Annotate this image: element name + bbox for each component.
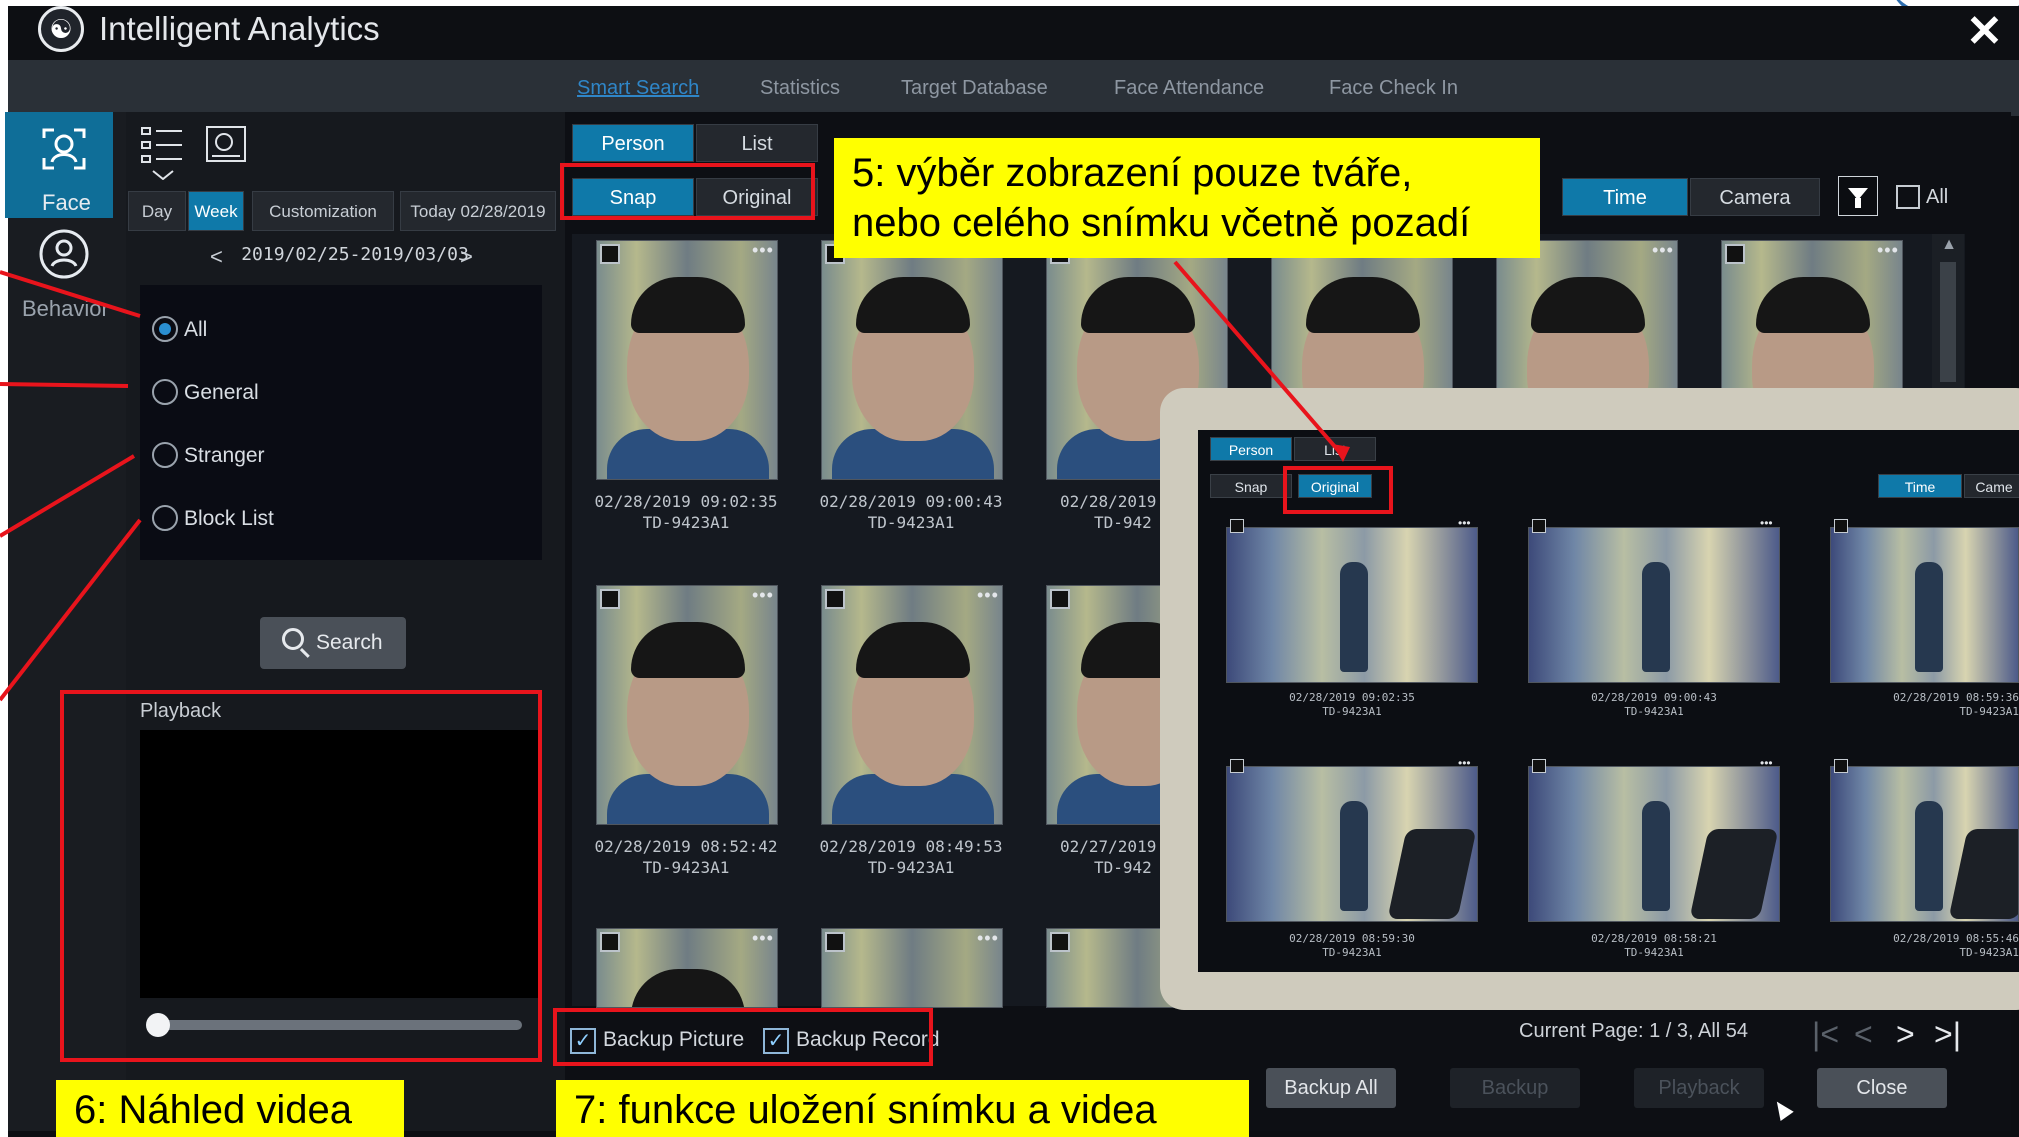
annotation-note-6: 6: Náhled videa [56, 1080, 404, 1137]
annotation-note-7: 7: funkce uložení snímku a videa [556, 1080, 1249, 1137]
annotation-note-5: 5: výběr zobrazení pouze tváře, nebo cel… [834, 138, 1540, 258]
annotation-note-5-line2: nebo celého snímku včetně pozadí [852, 201, 1471, 245]
annotation-note-5-line1: 5: výběr zobrazení pouze tváře, [852, 151, 1413, 195]
